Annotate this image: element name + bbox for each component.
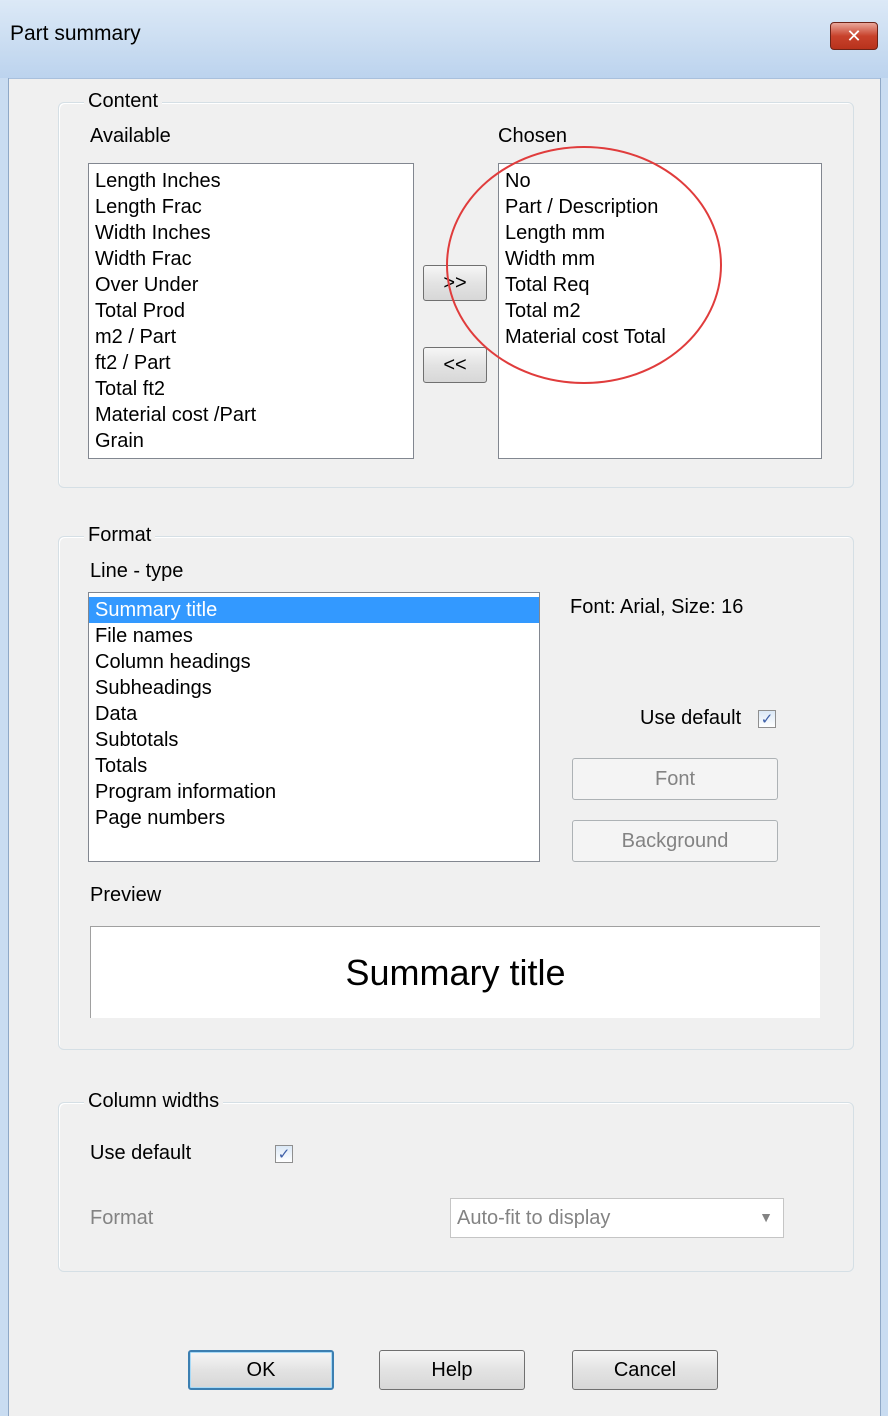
window-title: Part summary xyxy=(10,22,141,45)
list-item[interactable]: Material cost /Part xyxy=(89,402,413,428)
cancel-button[interactable]: Cancel xyxy=(572,1350,718,1390)
format-select[interactable]: Auto-fit to display ▼ xyxy=(450,1198,784,1238)
list-item[interactable]: Length Frac xyxy=(89,194,413,220)
list-item[interactable]: Column headings xyxy=(89,649,539,675)
preview-text: Summary title xyxy=(345,951,566,993)
list-item[interactable]: m2 / Part xyxy=(89,324,413,350)
available-list[interactable]: Length Inches Length Frac Width Inches Widt… xyxy=(88,163,414,459)
close-button[interactable]: ✕ xyxy=(830,22,878,50)
title-bar: Part summary ✕ xyxy=(0,0,888,79)
font-info: Font: Arial, Size: 16 xyxy=(570,596,744,618)
background-button[interactable]: Background xyxy=(572,820,778,862)
list-item[interactable]: Subtotals xyxy=(89,727,539,753)
remove-button[interactable]: << xyxy=(423,347,487,383)
use-default-label: Use default xyxy=(640,707,742,729)
checkmark-icon: ✓ xyxy=(760,710,774,728)
preview-label: Preview xyxy=(90,884,162,906)
checkmark-icon: ✓ xyxy=(277,1145,291,1163)
list-item[interactable]: Total ft2 xyxy=(89,376,413,402)
list-item[interactable]: Grain xyxy=(89,428,413,454)
chosen-label: Chosen xyxy=(498,125,567,147)
list-item[interactable]: Length Inches xyxy=(89,168,413,194)
column-widths-legend: Column widths xyxy=(84,1090,224,1113)
window-frame-right xyxy=(880,78,888,1416)
column-widths-group xyxy=(58,1102,854,1272)
chevron-down-icon: ▼ xyxy=(759,1209,773,1225)
list-item[interactable]: Totals xyxy=(89,753,539,779)
column-use-default-label: Use default xyxy=(90,1142,192,1164)
list-item[interactable]: Over Under xyxy=(89,272,413,298)
window-frame-left xyxy=(0,78,9,1416)
line-type-list[interactable]: Summary title File names Column headings Su… xyxy=(88,592,540,862)
content-legend: Content xyxy=(84,90,163,113)
annotation-circle xyxy=(446,146,722,384)
preview-box: Summary title xyxy=(90,926,820,1018)
font-button[interactable]: Font xyxy=(572,758,778,800)
help-button[interactable]: Help xyxy=(379,1350,525,1390)
column-use-default-checkbox[interactable]: ✓ xyxy=(275,1145,293,1163)
list-item[interactable]: Width Frac xyxy=(89,246,413,272)
format-select-value: Auto-fit to display xyxy=(457,1207,611,1229)
list-item[interactable]: Total Prod xyxy=(89,298,413,324)
list-item[interactable]: Subheadings xyxy=(89,675,539,701)
list-item[interactable]: File names xyxy=(89,623,539,649)
format-legend: Format xyxy=(84,524,156,547)
available-label: Available xyxy=(90,125,171,147)
list-item[interactable]: Program information xyxy=(89,779,539,805)
list-item[interactable]: Data xyxy=(89,701,539,727)
list-item[interactable]: Page numbers xyxy=(89,805,539,831)
line-type-label: Line - type xyxy=(90,560,184,582)
list-item[interactable]: Width Inches xyxy=(89,220,413,246)
ok-button[interactable]: OK xyxy=(188,1350,334,1390)
list-item[interactable]: ft2 / Part xyxy=(89,350,413,376)
close-icon: ✕ xyxy=(846,25,862,46)
format-label: Format xyxy=(90,1207,154,1229)
use-default-checkbox[interactable]: ✓ xyxy=(758,710,776,728)
list-item[interactable]: Summary title xyxy=(89,597,539,623)
